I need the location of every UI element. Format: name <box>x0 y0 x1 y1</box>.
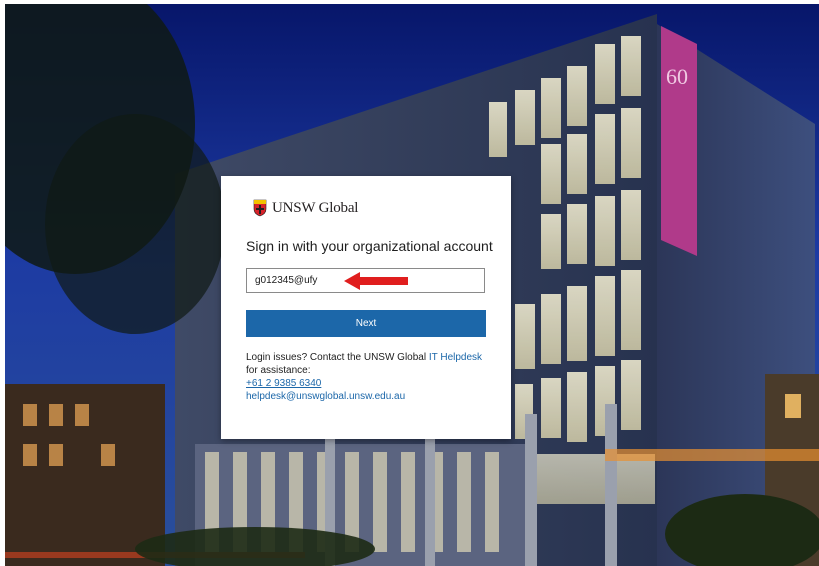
help-suffix: for assistance: <box>246 365 311 376</box>
sign-in-title: Sign in with your organizational account <box>246 238 493 254</box>
unsw-global-logo: UNSW Global <box>253 197 358 219</box>
login-page: 60 UNSW Global Sign in with your organiz… <box>0 0 819 566</box>
help-text: Login issues? Contact the UNSW Global IT… <box>246 351 496 403</box>
logo-text: UNSW Global <box>272 199 359 216</box>
phone-link[interactable]: +61 2 9385 6340 <box>246 378 321 389</box>
help-prefix: Login issues? Contact the UNSW Global <box>246 352 429 363</box>
sign-in-card: UNSW Global Sign in with your organizati… <box>221 176 511 439</box>
email-link[interactable]: helpdesk@unswglobal.unsw.edu.au <box>246 391 405 402</box>
banner-text: 60 <box>666 64 688 89</box>
crest-icon <box>253 199 267 217</box>
it-helpdesk-link[interactable]: IT Helpdesk <box>429 352 482 363</box>
annotation-arrow-icon <box>344 272 408 290</box>
next-button[interactable]: Next <box>246 310 486 337</box>
